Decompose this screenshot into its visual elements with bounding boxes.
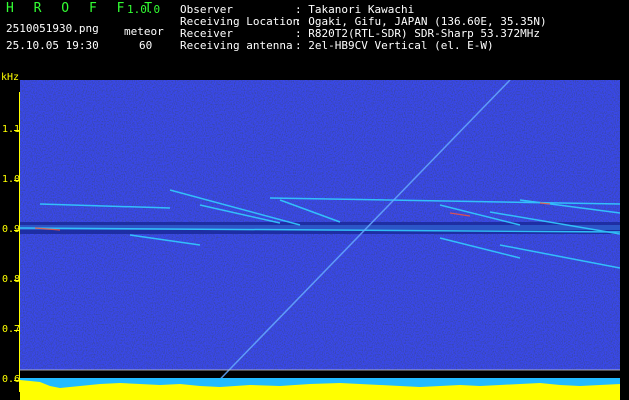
meteor-count: 60 — [139, 39, 153, 52]
file-name: 2510051930.png — [6, 22, 99, 35]
meteor-label: meteor — [124, 25, 164, 38]
y-axis-line — [19, 92, 20, 392]
y-tick-mark — [14, 380, 20, 381]
y-tick-mark — [14, 330, 20, 331]
y-tick-mark — [14, 230, 20, 231]
y-tick-mark — [14, 130, 20, 131]
y-tick-mark — [14, 280, 20, 281]
spectrogram — [20, 80, 620, 400]
antenna-label: Receiving antenna — [180, 39, 293, 52]
file-datetime: 25.10.05 19:30 — [6, 39, 99, 52]
antenna-value: : 2el-HB9CV Vertical (el. E-W) — [295, 39, 494, 52]
axis-unit-label: kHz — [1, 72, 20, 83]
app-version: 1.0.0 — [127, 3, 161, 16]
y-tick-mark — [14, 180, 20, 181]
